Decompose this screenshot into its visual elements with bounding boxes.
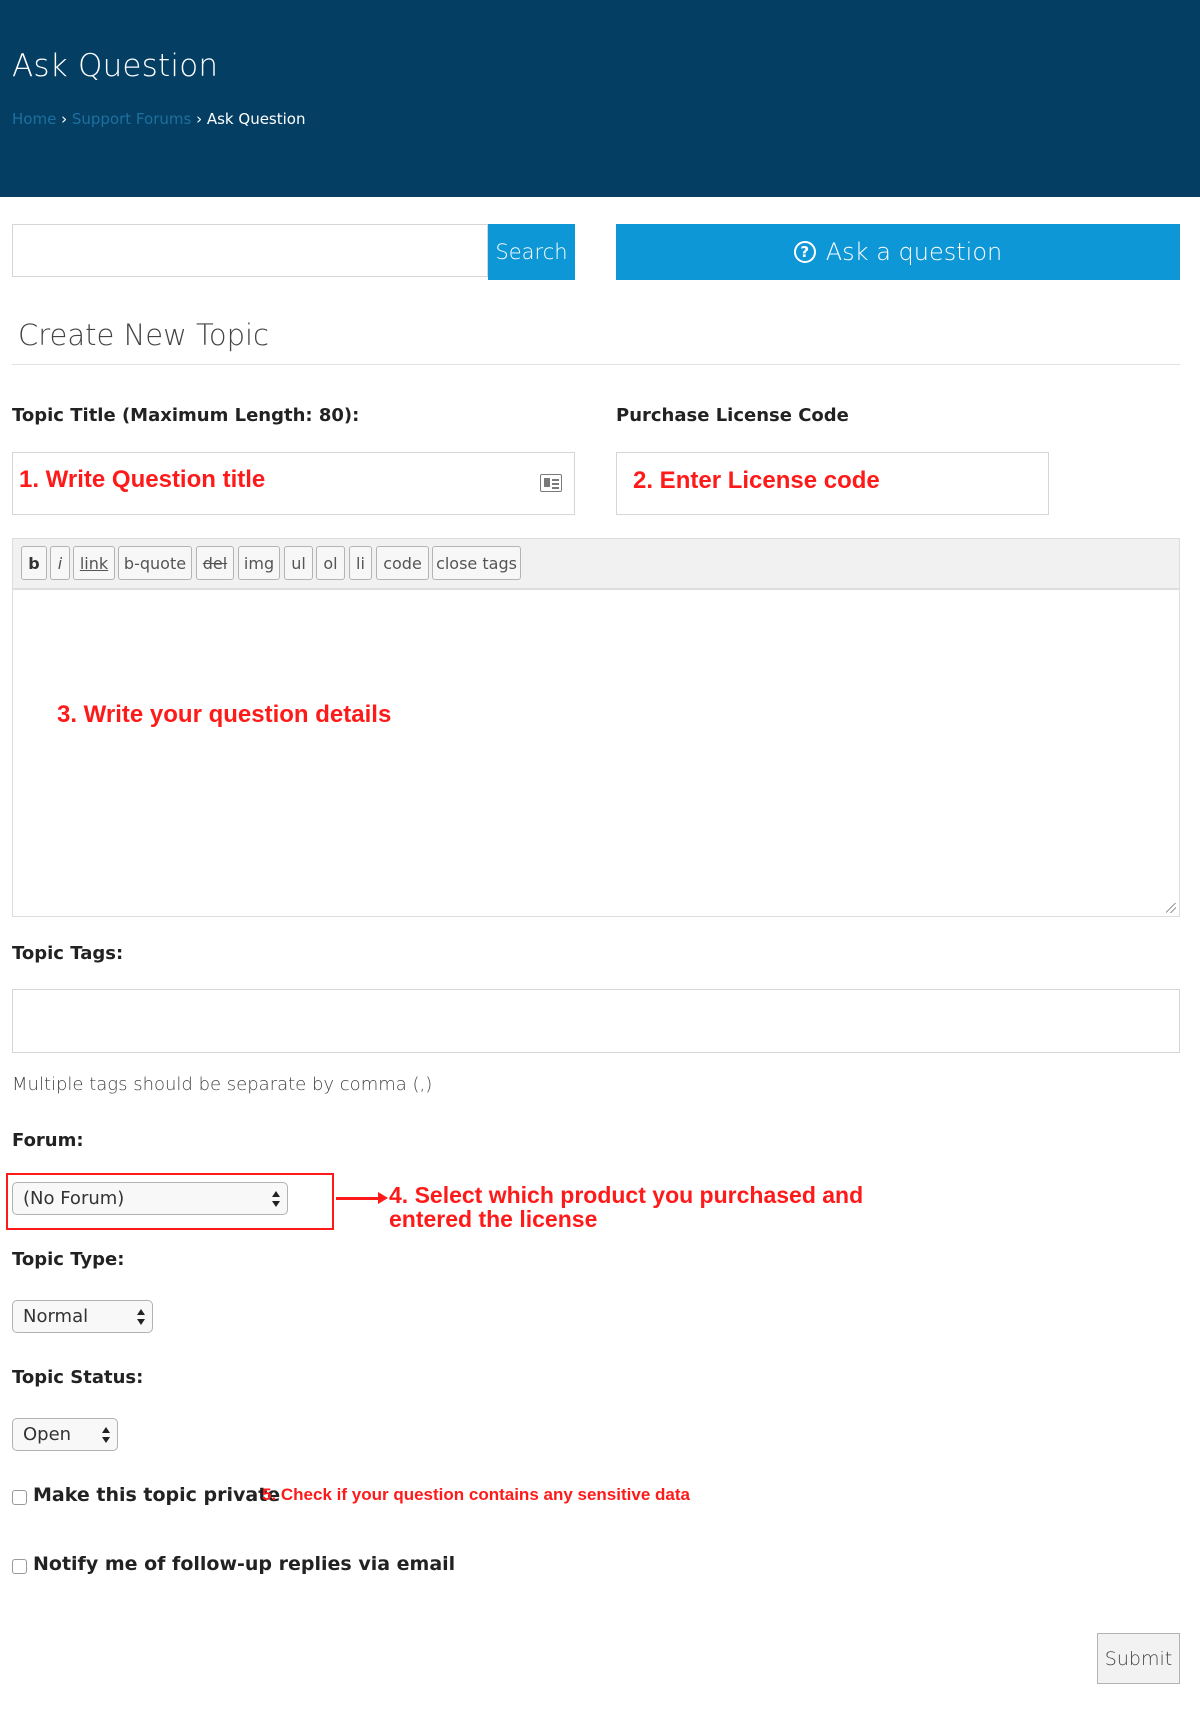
format-italic-button[interactable]: i xyxy=(50,546,70,580)
question-circle-icon: ? xyxy=(793,241,816,263)
section-divider xyxy=(12,364,1180,365)
format-img-button[interactable]: img xyxy=(238,546,280,580)
page-title: Ask Question xyxy=(12,48,219,84)
annotation-step4-line2: entered the license xyxy=(389,1206,598,1232)
breadcrumb-separator: › xyxy=(196,110,203,128)
breadcrumb-home-link[interactable]: Home xyxy=(12,110,56,128)
topic-type-label: Topic Type: xyxy=(12,1249,125,1270)
annotation-step4: 4. Select which product you purchased an… xyxy=(389,1183,863,1231)
annotation-step2: 2. Enter License code xyxy=(633,467,880,494)
breadcrumb: Home › Support Forums › Ask Question xyxy=(12,110,305,128)
forum-label: Forum: xyxy=(12,1130,84,1151)
page-header xyxy=(0,0,1200,197)
format-blockquote-button[interactable]: b-quote xyxy=(118,546,192,580)
question-details-textarea[interactable] xyxy=(12,589,1180,917)
topic-type-select[interactable]: Normal xyxy=(12,1300,153,1333)
select-arrows-icon xyxy=(101,1426,111,1444)
topic-status-select-value: Open xyxy=(23,1424,72,1445)
breadcrumb-current: Ask Question xyxy=(206,110,306,128)
forum-select-value: (No Forum) xyxy=(23,1188,125,1209)
format-ul-button[interactable]: ul xyxy=(284,546,313,580)
annotation-step4-line1: 4. Select which product you purchased an… xyxy=(389,1182,864,1208)
format-bold-button[interactable]: b xyxy=(21,546,47,580)
search-input[interactable] xyxy=(12,224,488,277)
contact-card-icon[interactable] xyxy=(540,474,562,492)
license-code-label: Purchase License Code xyxy=(616,405,849,426)
annotation-step5: 5. Check if your question contains any s… xyxy=(262,1485,690,1504)
format-link-button[interactable]: link xyxy=(73,546,115,580)
submit-button[interactable]: Submit xyxy=(1097,1633,1180,1684)
ask-question-label: Ask a question xyxy=(825,238,1003,266)
tags-hint: Multiple tags should be separate by comm… xyxy=(12,1074,433,1095)
forum-select[interactable]: (No Forum) xyxy=(12,1182,288,1215)
format-code-button[interactable]: code xyxy=(376,546,429,580)
annotation-step1: 1. Write Question title xyxy=(19,466,266,493)
format-ol-button[interactable]: ol xyxy=(316,546,345,580)
format-del-button[interactable]: del xyxy=(196,546,234,580)
format-li-button[interactable]: li xyxy=(349,546,372,580)
topic-status-select[interactable]: Open xyxy=(12,1418,118,1451)
topic-title-label: Topic Title (Maximum Length: 80): xyxy=(12,405,360,426)
breadcrumb-support-forums-link[interactable]: Support Forums xyxy=(72,110,191,128)
topic-tags-input[interactable] xyxy=(12,989,1180,1053)
annotation-arrow xyxy=(336,1197,382,1200)
select-arrows-icon xyxy=(136,1308,146,1326)
private-topic-checkbox[interactable] xyxy=(12,1490,27,1505)
notify-replies-checkbox[interactable] xyxy=(12,1559,27,1574)
topic-tags-label: Topic Tags: xyxy=(12,943,124,964)
breadcrumb-separator: › xyxy=(61,110,68,128)
topic-status-label: Topic Status: xyxy=(12,1367,144,1388)
section-title: Create New Topic xyxy=(18,318,269,352)
close-tags-button[interactable]: close tags xyxy=(432,546,521,580)
notify-replies-label[interactable]: Notify me of follow-up replies via email xyxy=(33,1553,455,1575)
ask-question-button[interactable]: ? Ask a question xyxy=(616,224,1180,280)
annotation-step3: 3. Write your question details xyxy=(57,701,392,728)
search-button[interactable]: Search xyxy=(488,224,575,280)
annotation-arrow-head-icon xyxy=(378,1192,388,1204)
select-arrows-icon xyxy=(271,1190,281,1208)
topic-type-select-value: Normal xyxy=(23,1306,89,1327)
private-topic-label[interactable]: Make this topic private xyxy=(33,1484,280,1506)
resize-handle-icon[interactable] xyxy=(1166,903,1176,913)
